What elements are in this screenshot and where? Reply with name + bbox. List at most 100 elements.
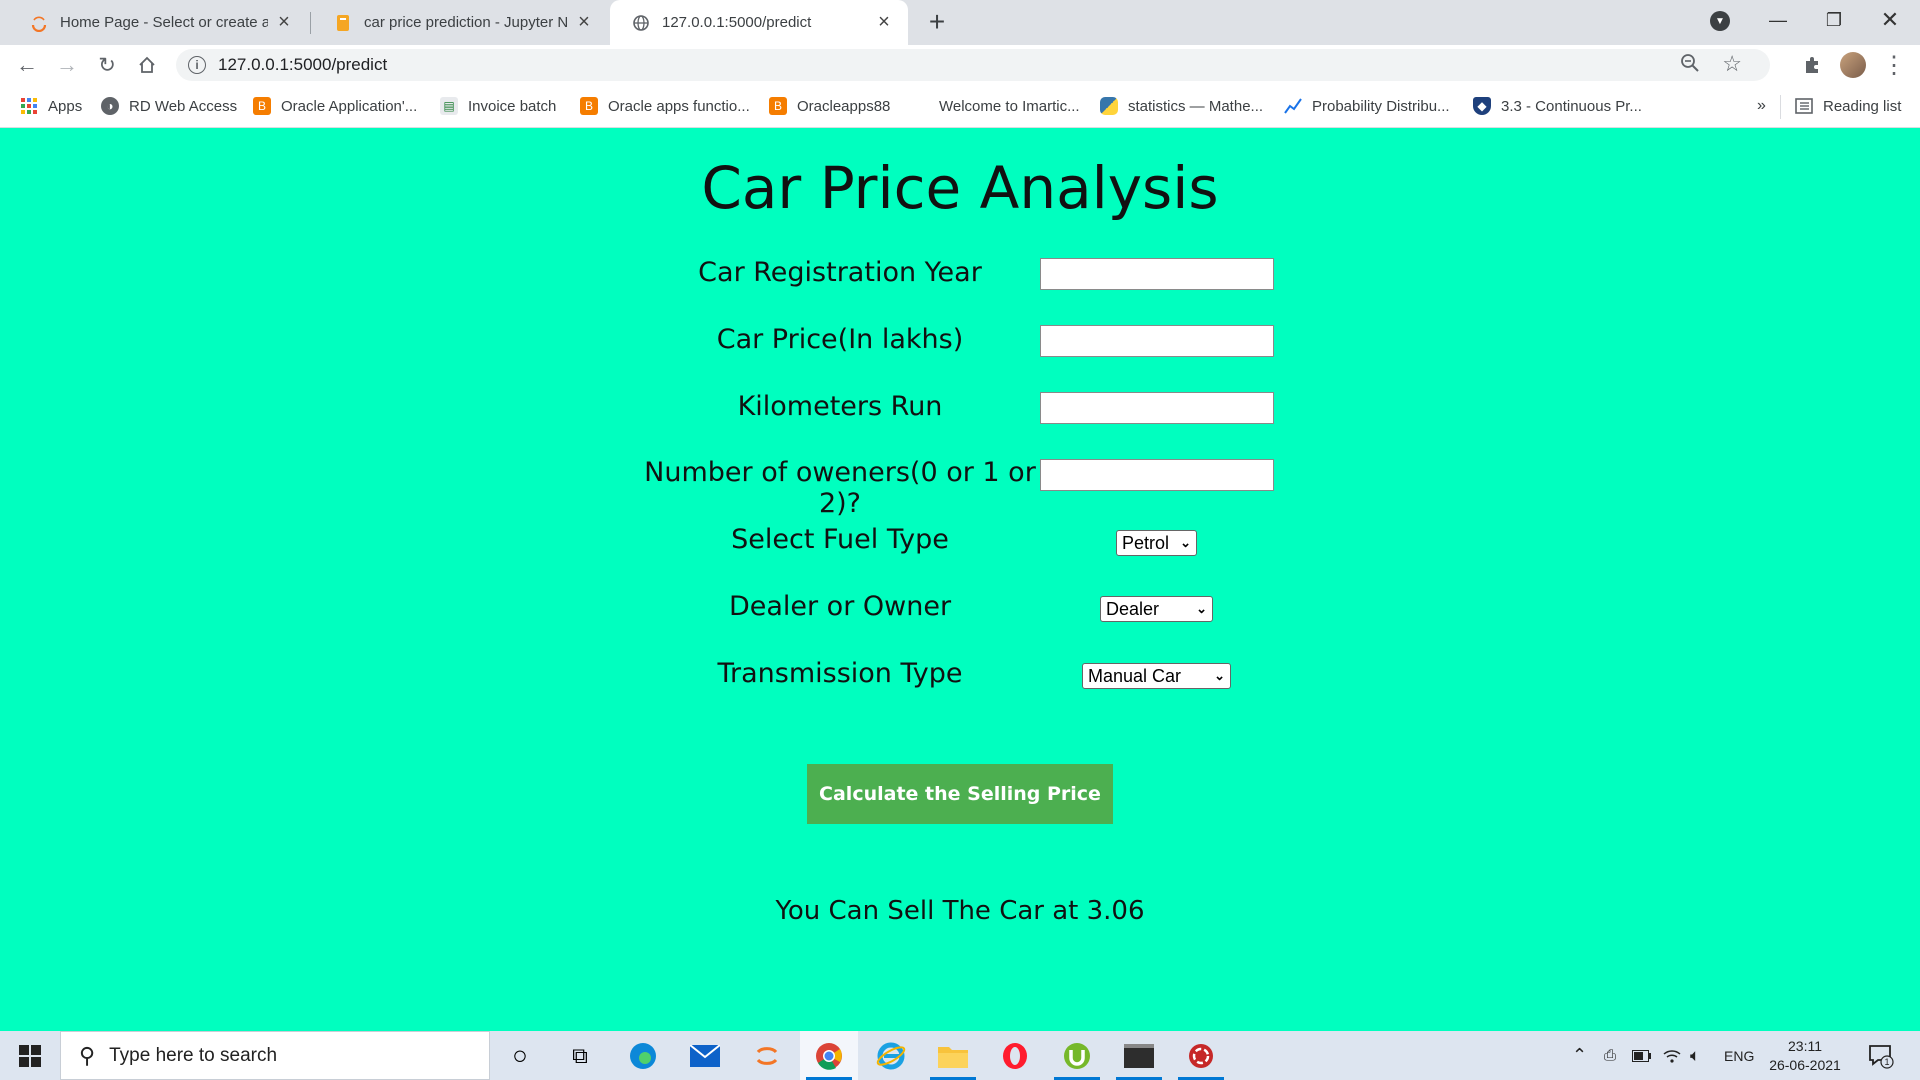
globe-icon: ◑ bbox=[101, 97, 119, 115]
clock-time: 23:11 bbox=[1788, 1038, 1822, 1054]
calculate-price-button[interactable]: Calculate the Selling Price bbox=[807, 764, 1113, 824]
python-icon bbox=[1100, 97, 1118, 115]
notification-center-icon[interactable]: 1 bbox=[1868, 1031, 1894, 1080]
seller-type-label: Dealer or Owner bbox=[728, 591, 952, 622]
bookmark-rd-web-access[interactable]: ◑ RD Web Access bbox=[101, 95, 237, 117]
chrome-icon[interactable] bbox=[800, 1031, 858, 1080]
tab-jupyter[interactable]: car price prediction - Jupyter No × bbox=[312, 0, 608, 45]
reload-icon[interactable]: ↻ bbox=[91, 49, 123, 81]
car-price-input[interactable] bbox=[1040, 325, 1274, 357]
windows-taskbar: ⚲ Type here to search ○ ⧉ ⌃ ⎙ 🔈︎ ENG 23: bbox=[0, 1031, 1920, 1080]
zoom-icon[interactable] bbox=[1680, 53, 1700, 78]
bookmarks-divider bbox=[1780, 95, 1781, 119]
bookmarks-overflow-button[interactable]: » bbox=[1757, 95, 1766, 117]
prediction-result: You Can Sell The Car at 3.06 bbox=[775, 896, 1145, 926]
usb-device-icon[interactable]: ⎙ bbox=[1604, 1031, 1616, 1080]
chevron-down-icon: ⌄ bbox=[1180, 535, 1191, 550]
bookmark-probability-distribu[interactable]: Probability Distribu... bbox=[1284, 95, 1450, 117]
profile-avatar[interactable] bbox=[1840, 52, 1866, 78]
tab-predict[interactable]: 127.0.0.1:5000/predict × bbox=[610, 0, 908, 45]
cortana-icon[interactable]: ○ bbox=[491, 1031, 549, 1080]
kilometers-label: Kilometers Run bbox=[737, 391, 943, 422]
minimize-button[interactable]: — bbox=[1750, 0, 1806, 40]
menu-kebab-icon[interactable]: ⋮ bbox=[1878, 49, 1910, 81]
search-icon: ⚲ bbox=[79, 1042, 96, 1068]
site-info-icon[interactable]: i bbox=[188, 56, 206, 74]
bookmark-label: Oracle Application'... bbox=[281, 97, 418, 115]
mail-icon[interactable] bbox=[676, 1031, 734, 1080]
fuel-type-label: Select Fuel Type bbox=[731, 524, 949, 555]
transmission-select[interactable]: Manual Car ⌄ bbox=[1082, 663, 1231, 689]
forward-arrow-icon[interactable]: → bbox=[51, 49, 83, 81]
blogger-icon: B bbox=[769, 97, 787, 115]
transmission-value: Manual Car bbox=[1088, 665, 1182, 686]
tab-search-icon[interactable]: ▼ bbox=[1710, 11, 1730, 31]
registration-year-label: Car Registration Year bbox=[698, 257, 982, 288]
url-text[interactable]: 127.0.0.1:5000/predict bbox=[218, 55, 387, 75]
edge-browser-icon[interactable] bbox=[614, 1031, 672, 1080]
kilometers-input[interactable] bbox=[1040, 392, 1274, 424]
opera-icon[interactable] bbox=[986, 1031, 1044, 1080]
blogger-icon: B bbox=[580, 97, 598, 115]
close-tab-icon[interactable]: × bbox=[274, 11, 294, 33]
bookmark-statistics[interactable]: statistics — Mathe... bbox=[1100, 95, 1263, 117]
bookmark-continuous-pr[interactable]: ◆ 3.3 - Continuous Pr... bbox=[1473, 95, 1642, 117]
terminal-icon[interactable] bbox=[1110, 1031, 1168, 1080]
reading-list-button[interactable]: Reading list bbox=[1795, 95, 1901, 117]
wifi-icon[interactable] bbox=[1662, 1031, 1682, 1080]
bookmark-label: Oracle apps functio... bbox=[608, 97, 750, 115]
back-arrow-icon[interactable]: ← bbox=[11, 49, 43, 81]
bookmark-apps[interactable]: Apps bbox=[20, 95, 82, 117]
close-window-button[interactable]: ✕ bbox=[1862, 0, 1918, 40]
shield-icon: ◆ bbox=[1473, 97, 1491, 115]
tab-divider bbox=[310, 12, 311, 34]
bookmark-oracle-application[interactable]: B Oracle Application'... bbox=[253, 95, 417, 117]
seller-type-value: Dealer bbox=[1106, 598, 1160, 619]
close-tab-icon[interactable]: × bbox=[874, 11, 894, 33]
volume-icon[interactable]: 🔈︎ bbox=[1690, 1031, 1700, 1080]
taskbar-search-placeholder: Type here to search bbox=[109, 1044, 278, 1066]
owners-label: Number of oweners(0 or 1 or 2)? bbox=[644, 457, 1036, 519]
notebook-icon bbox=[334, 14, 352, 32]
new-tab-button[interactable]: + bbox=[921, 6, 953, 38]
bookmark-label: statistics — Mathe... bbox=[1128, 97, 1264, 115]
bookmark-label: Welcome to Imartic... bbox=[939, 97, 1080, 115]
bookmark-oracle-apps-functio[interactable]: B Oracle apps functio... bbox=[580, 95, 750, 117]
windows-start-icon[interactable] bbox=[10, 1041, 50, 1071]
bookmark-invoice-batch[interactable]: ▤ Invoice batch bbox=[440, 95, 556, 117]
input-language[interactable]: ENG bbox=[1724, 1031, 1754, 1080]
extensions-puzzle-icon[interactable] bbox=[1796, 49, 1828, 81]
restore-button[interactable]: ❐ bbox=[1806, 0, 1862, 40]
owners-input[interactable] bbox=[1040, 459, 1274, 491]
close-tab-icon[interactable]: × bbox=[574, 11, 594, 33]
address-bar[interactable]: i 127.0.0.1:5000/predict ☆ bbox=[176, 49, 1770, 81]
internet-explorer-icon[interactable] bbox=[862, 1031, 920, 1080]
seller-type-select[interactable]: Dealer ⌄ bbox=[1100, 596, 1213, 622]
fuel-type-select[interactable]: Petrol ⌄ bbox=[1116, 530, 1197, 556]
task-view-icon[interactable]: ⧉ bbox=[551, 1031, 609, 1080]
blogger-icon: B bbox=[253, 97, 271, 115]
home-icon[interactable] bbox=[131, 49, 163, 81]
taskbar-search-box[interactable]: ⚲ Type here to search bbox=[60, 1031, 490, 1080]
bookmark-label: 3.3 - Continuous Pr... bbox=[1501, 97, 1642, 115]
file-explorer-icon[interactable] bbox=[924, 1031, 982, 1080]
jupyter-icon[interactable] bbox=[738, 1031, 796, 1080]
show-hidden-icons-icon[interactable]: ⌃ bbox=[1572, 1031, 1587, 1080]
sheet-icon: ▤ bbox=[440, 97, 458, 115]
transmission-label: Transmission Type bbox=[717, 658, 963, 689]
app-red-spiral-icon[interactable] bbox=[1172, 1031, 1230, 1080]
system-clock[interactable]: 23:11 26-06-2021 bbox=[1760, 1037, 1850, 1075]
blank-page-icon bbox=[911, 97, 929, 115]
bookmark-welcome-imartic[interactable]: Welcome to Imartic... bbox=[911, 95, 1080, 117]
apps-grid-icon bbox=[20, 97, 38, 115]
registration-year-input[interactable] bbox=[1040, 258, 1274, 290]
bookmark-star-icon[interactable]: ☆ bbox=[1722, 51, 1742, 77]
bookmark-oracleapps88[interactable]: B Oracleapps88 bbox=[769, 95, 890, 117]
utorrent-icon[interactable] bbox=[1048, 1031, 1106, 1080]
bookmark-label: Apps bbox=[48, 97, 83, 115]
globe-icon bbox=[632, 14, 650, 32]
browser-toolbar: ← → ↻ i 127.0.0.1:5000/predict ☆ ⋮ bbox=[0, 45, 1920, 85]
tab-home-page[interactable]: Home Page - Select or create a n × bbox=[8, 0, 308, 45]
battery-icon[interactable] bbox=[1632, 1031, 1652, 1080]
bookmark-label: Probability Distribu... bbox=[1312, 97, 1450, 115]
